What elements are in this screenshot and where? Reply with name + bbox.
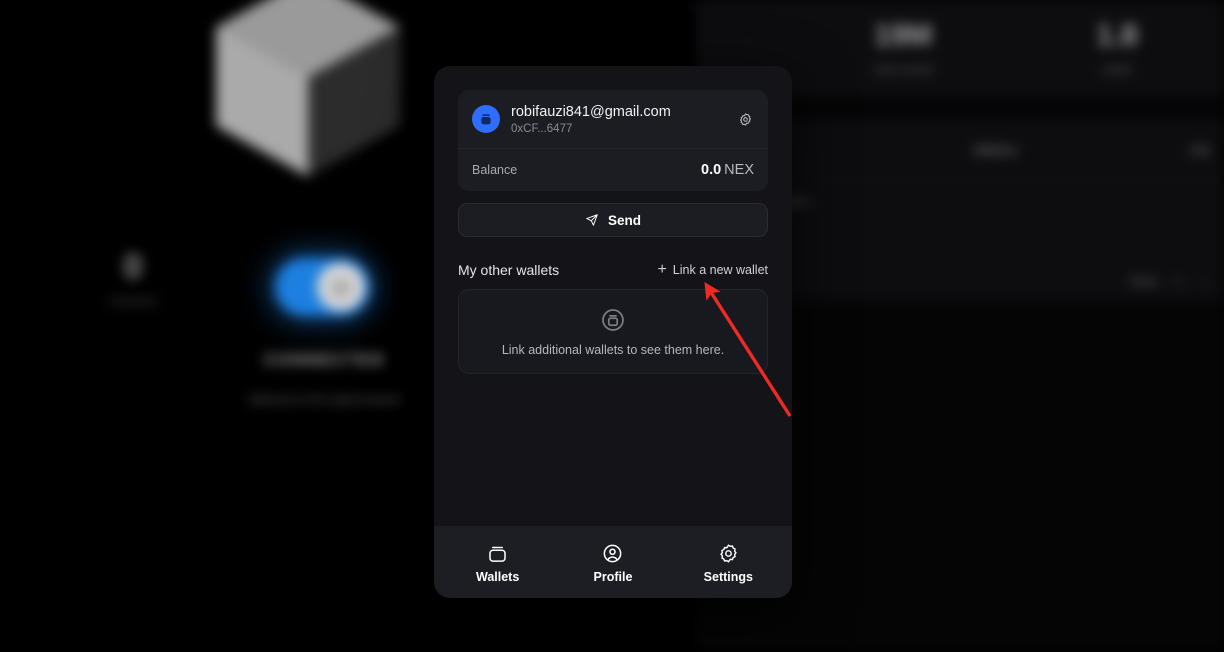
- stat-value: 19M: [873, 18, 933, 52]
- nav-item-profile[interactable]: Profile: [555, 541, 670, 584]
- wallet-modal: robifauzi841@gmail.com 0xCF...6477 Balan…: [434, 66, 792, 598]
- power-icon: [331, 277, 351, 297]
- toggle-knob: [317, 263, 365, 311]
- counter-value: 0: [123, 248, 143, 286]
- cube-3d-icon: [193, 0, 423, 188]
- nav-item-settings[interactable]: Settings: [671, 541, 786, 584]
- account-address: 0xCF...6477: [511, 123, 573, 136]
- bottom-navigation: Wallets Profile Settings: [434, 526, 792, 598]
- send-paper-plane-icon: [586, 214, 598, 226]
- connection-toggle[interactable]: [275, 258, 370, 316]
- nav-item-wallets[interactable]: Wallets: [440, 541, 555, 584]
- next-page-icon: ›: [1202, 276, 1206, 288]
- send-button-label: Send: [607, 212, 641, 228]
- send-button[interactable]: Send: [458, 203, 768, 238]
- other-wallets-title: My other wallets: [458, 262, 560, 279]
- account-email: robifauzi841@gmail.com: [511, 104, 671, 120]
- page-number: 1: [1174, 276, 1182, 288]
- account-header: robifauzi841@gmail.com 0xCF...6477: [458, 90, 768, 150]
- balance-unit: NEX: [724, 162, 754, 179]
- other-wallets-header: My other wallets + Link a new wallet: [458, 262, 768, 279]
- rows-label: Rows: [1130, 276, 1158, 288]
- table-footer: Rows 1 ›: [1130, 276, 1210, 288]
- table-column-header: Address: [972, 142, 1018, 157]
- wallet-avatar-icon: [472, 105, 500, 134]
- link-a-new-wallet-label: Link a new wallet: [672, 263, 768, 278]
- table-column-header: Car: [1190, 142, 1210, 157]
- balance-label: Balance: [472, 163, 518, 178]
- stat-card: 1.8 nodes: [1010, 18, 1224, 76]
- account-text: robifauzi841@gmail.com 0xCF...6477: [511, 103, 721, 135]
- stat-label: nodes: [1102, 63, 1132, 76]
- screen: 0 Connect CONNECTED Welcome to the super…: [0, 0, 1224, 652]
- balance-amount: 0.0: [701, 162, 722, 179]
- stat-label: units served: [873, 63, 933, 76]
- balance-row: Balance 0.0 NEX: [458, 149, 768, 191]
- link-a-new-wallet-button[interactable]: + Link a new wallet: [657, 262, 768, 278]
- balance-value: 0.0 NEX: [701, 162, 754, 178]
- counter-label: Connect: [109, 294, 157, 308]
- other-wallets-empty-text: Link additional wallets to see them here…: [501, 343, 725, 358]
- nav-label-wallets: Wallets: [476, 569, 520, 584]
- nav-label-profile: Profile: [593, 569, 633, 584]
- stat-card: ·: [696, 30, 796, 66]
- account-card: robifauzi841@gmail.com 0xCF...6477 Balan…: [458, 90, 768, 192]
- gear-icon: [719, 543, 737, 563]
- other-wallets-empty-state: Link additional wallets to see them here…: [458, 289, 768, 375]
- wallet-outline-icon: [469, 307, 757, 333]
- stat-card: 19M units served: [796, 18, 1010, 76]
- stat-value: 1.8: [1096, 18, 1138, 52]
- plus-icon: +: [657, 261, 667, 279]
- nav-label-settings: Settings: [703, 569, 753, 584]
- stat-value: ·: [742, 30, 750, 52]
- connection-status: CONNECTED: [264, 352, 386, 369]
- connection-subtext: Welcome to the supercomputer: [248, 394, 402, 406]
- wallet-outline-icon: [489, 546, 506, 562]
- user-circle-icon: [604, 544, 622, 562]
- gear-icon[interactable]: [736, 110, 754, 128]
- connect-counter: 0 Connect: [100, 250, 166, 308]
- modal-body: robifauzi841@gmail.com 0xCF...6477 Balan…: [434, 66, 792, 526]
